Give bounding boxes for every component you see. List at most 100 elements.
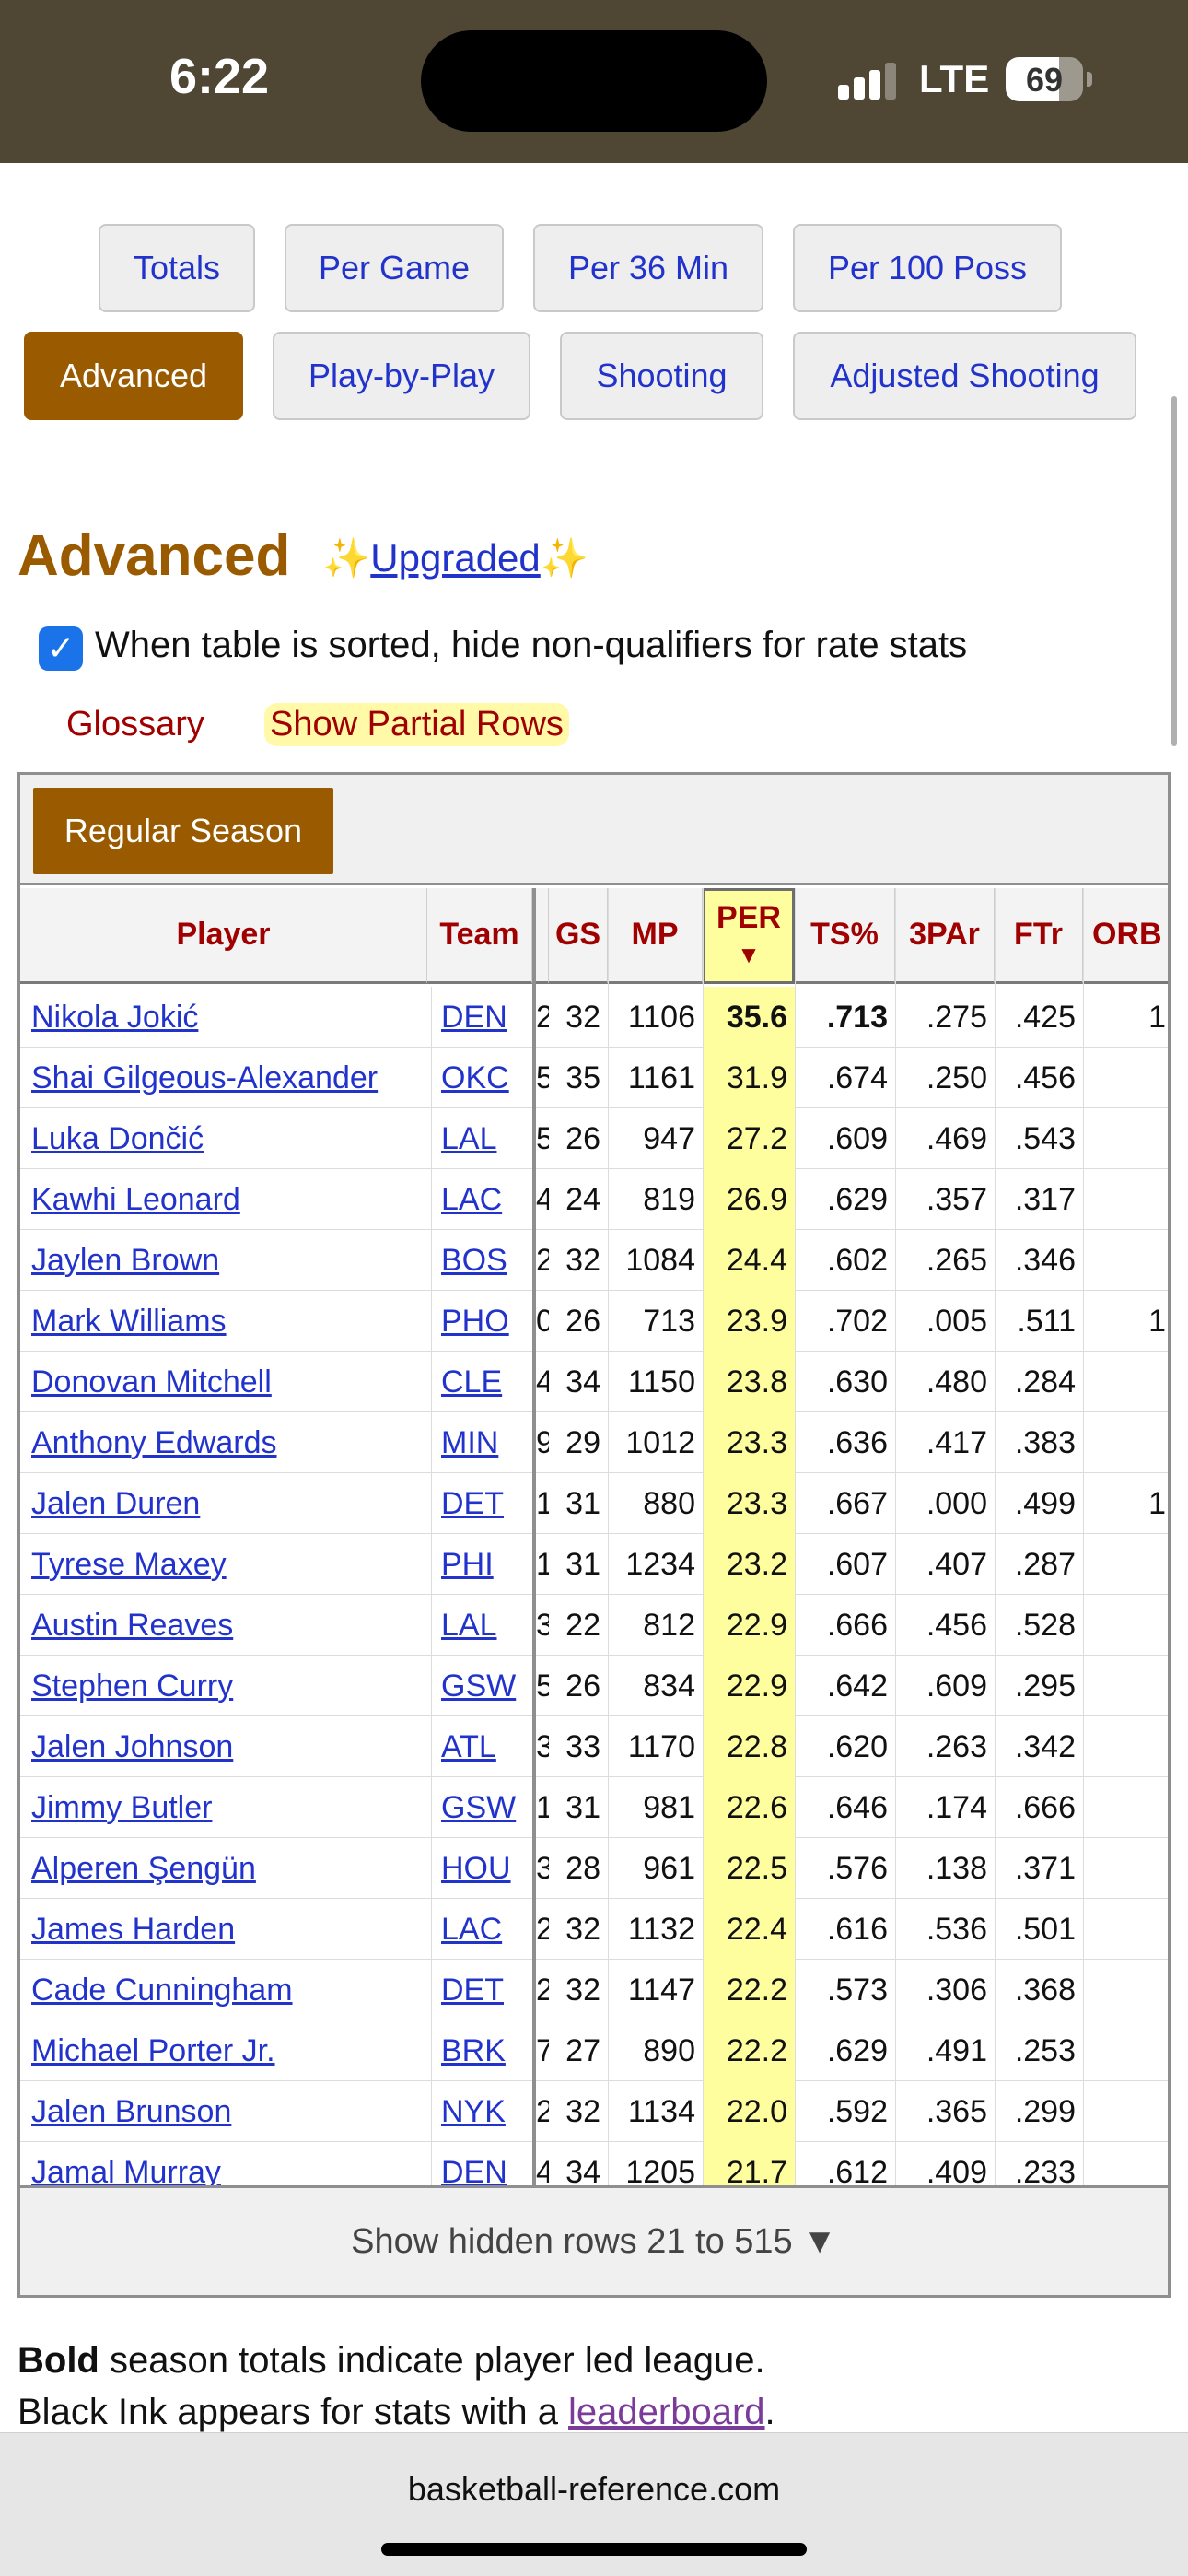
show-hidden-rows-button[interactable]: Show hidden rows 21 to 515 ▼ <box>20 2185 1168 2295</box>
table-row: Jalen Brunson NYK 2 32 113422.0 .592 .365 .299 <box>20 2081 1168 2142</box>
team-link[interactable]: HOU <box>441 1851 511 1887</box>
player-link[interactable]: Tyrese Maxey <box>31 1547 227 1583</box>
header-ftr[interactable]: FTr <box>995 888 1083 984</box>
col-divider <box>608 888 609 2187</box>
team-link[interactable]: DET <box>441 1486 504 1522</box>
ftr-cell: .501 <box>1014 1911 1076 1947</box>
player-link[interactable]: Cade Cunningham <box>31 1973 293 2008</box>
team-link[interactable]: PHI <box>441 1547 494 1583</box>
header-team[interactable]: Team <box>427 888 532 984</box>
team-link[interactable]: DET <box>441 1973 504 2008</box>
ts-cell: .636 <box>826 1424 888 1460</box>
team-link[interactable]: NYK <box>441 2094 506 2130</box>
mp-cell: 1134 <box>627 2093 695 2129</box>
gs-cell: 26 <box>565 1668 600 1704</box>
home-indicator[interactable] <box>381 2543 807 2556</box>
glossary-link[interactable]: Glossary <box>66 705 204 744</box>
leaderboard-link[interactable]: leaderboard <box>568 2392 765 2432</box>
hide-nonqualifiers-checkbox[interactable]: ✓ <box>39 626 83 671</box>
team-cell: LAC <box>431 1899 534 1960</box>
team-link[interactable]: BRK <box>441 2033 506 2069</box>
table-row: Mark Williams PHO 0 26 71323.9 .702 .005 .511 1 <box>20 1291 1168 1352</box>
player-cell: Luka Dončić <box>31 1108 427 1169</box>
team-link[interactable]: LAC <box>441 1912 502 1948</box>
orb-cell: 1 <box>1148 999 1166 1035</box>
player-link[interactable]: Jalen Johnson <box>31 1729 233 1765</box>
table-row: Shai Gilgeous-Alexander OKC 5 35 116131.9 .67… <box>20 1048 1168 1108</box>
team-link[interactable]: GSW <box>441 1669 516 1704</box>
tpar-cell: .609 <box>926 1668 987 1704</box>
tpar-cell: .275 <box>926 999 987 1035</box>
ftr-cell: .368 <box>1014 1972 1076 2008</box>
filter-per-36-button[interactable]: Per 36 Min <box>533 224 763 312</box>
g-cell-partial: 2 <box>536 1899 549 1960</box>
network-label: LTE <box>919 57 990 100</box>
filter-per-100-button[interactable]: Per 100 Poss <box>793 224 1062 312</box>
player-link[interactable]: Jalen Brunson <box>31 2094 231 2130</box>
orb-cell <box>1083 1595 1168 1656</box>
player-link[interactable]: Stephen Curry <box>31 1669 233 1704</box>
upgraded-link[interactable]: Upgraded <box>370 536 540 580</box>
table-row: Alperen Şengün HOU 3 28 96122.5 .576 .138 .371 <box>20 1838 1168 1899</box>
filter-shooting-button[interactable]: Shooting <box>560 332 763 420</box>
team-link[interactable]: MIN <box>441 1425 498 1461</box>
filter-per-game-button[interactable]: Per Game <box>285 224 504 312</box>
orb-cell <box>1083 2020 1168 2081</box>
player-link[interactable]: Alperen Şengün <box>31 1851 256 1887</box>
team-link[interactable]: CLE <box>441 1364 502 1400</box>
player-link[interactable]: Nikola Jokić <box>31 1000 198 1036</box>
player-link[interactable]: Jaylen Brown <box>31 1243 219 1279</box>
team-link[interactable]: LAC <box>441 1182 502 1218</box>
player-link[interactable]: Donovan Mitchell <box>31 1364 272 1400</box>
ts-cell: .674 <box>826 1060 888 1095</box>
mp-cell: 1161 <box>627 1060 695 1095</box>
ts-cell: .646 <box>826 1789 888 1825</box>
col-divider <box>795 888 796 2187</box>
header-player[interactable]: Player <box>20 888 427 984</box>
filter-adjusted-shooting-button[interactable]: Adjusted Shooting <box>793 332 1136 420</box>
header-3par[interactable]: 3PAr <box>895 888 995 984</box>
tpar-cell: .357 <box>926 1181 987 1217</box>
orb-cell <box>1083 1716 1168 1777</box>
scrollbar[interactable] <box>1171 396 1177 746</box>
player-link[interactable]: Michael Porter Jr. <box>31 2033 275 2069</box>
ink-note-text: Black Ink appears for stats with a <box>17 2392 569 2432</box>
filter-play-by-play-button[interactable]: Play-by-Play <box>273 332 530 420</box>
header-ts[interactable]: TS% <box>795 888 895 984</box>
per-cell: 22.0 <box>703 2081 795 2142</box>
team-link[interactable]: PHO <box>441 1304 509 1340</box>
player-link[interactable]: James Harden <box>31 1912 235 1948</box>
tpar-cell: .480 <box>926 1364 987 1399</box>
player-link[interactable]: Austin Reaves <box>31 1608 233 1644</box>
player-link[interactable]: Luka Dončić <box>31 1121 204 1157</box>
player-link[interactable]: Jimmy Butler <box>31 1790 212 1826</box>
player-link[interactable]: Kawhi Leonard <box>31 1182 240 1218</box>
team-link[interactable]: DEN <box>441 1000 507 1036</box>
player-cell: Austin Reaves <box>31 1595 427 1656</box>
team-cell: NYK <box>431 2081 534 2142</box>
player-cell: Michael Porter Jr. <box>31 2020 427 2081</box>
team-link[interactable]: ATL <box>441 1729 496 1765</box>
dynamic-island <box>421 30 767 132</box>
filter-totals-button[interactable]: Totals <box>99 224 255 312</box>
player-link[interactable]: Anthony Edwards <box>31 1425 277 1461</box>
team-link[interactable]: GSW <box>441 1790 516 1826</box>
player-link[interactable]: Jalen Duren <box>31 1486 200 1522</box>
team-link[interactable]: LAL <box>441 1608 497 1644</box>
player-link[interactable]: Shai Gilgeous-Alexander <box>31 1060 378 1096</box>
header-orb[interactable]: ORB <box>1083 888 1168 984</box>
player-link[interactable]: Mark Williams <box>31 1304 227 1340</box>
regular-season-tab[interactable]: Regular Season <box>33 788 333 874</box>
g-cell-partial: 2 <box>536 1230 549 1291</box>
gs-cell: 31 <box>565 1485 600 1521</box>
header-per[interactable]: PER ▼ <box>703 888 795 984</box>
header-gs[interactable]: GS <box>549 888 608 984</box>
team-link[interactable]: BOS <box>441 1243 507 1279</box>
g-cell-partial: 7 <box>536 2020 549 2081</box>
header-mp[interactable]: MP <box>608 888 703 984</box>
battery-cap <box>1087 72 1092 87</box>
filter-advanced-button[interactable]: Advanced <box>24 332 243 420</box>
team-link[interactable]: LAL <box>441 1121 497 1157</box>
show-partial-rows-link[interactable]: Show Partial Rows <box>264 703 569 746</box>
team-link[interactable]: OKC <box>441 1060 509 1096</box>
